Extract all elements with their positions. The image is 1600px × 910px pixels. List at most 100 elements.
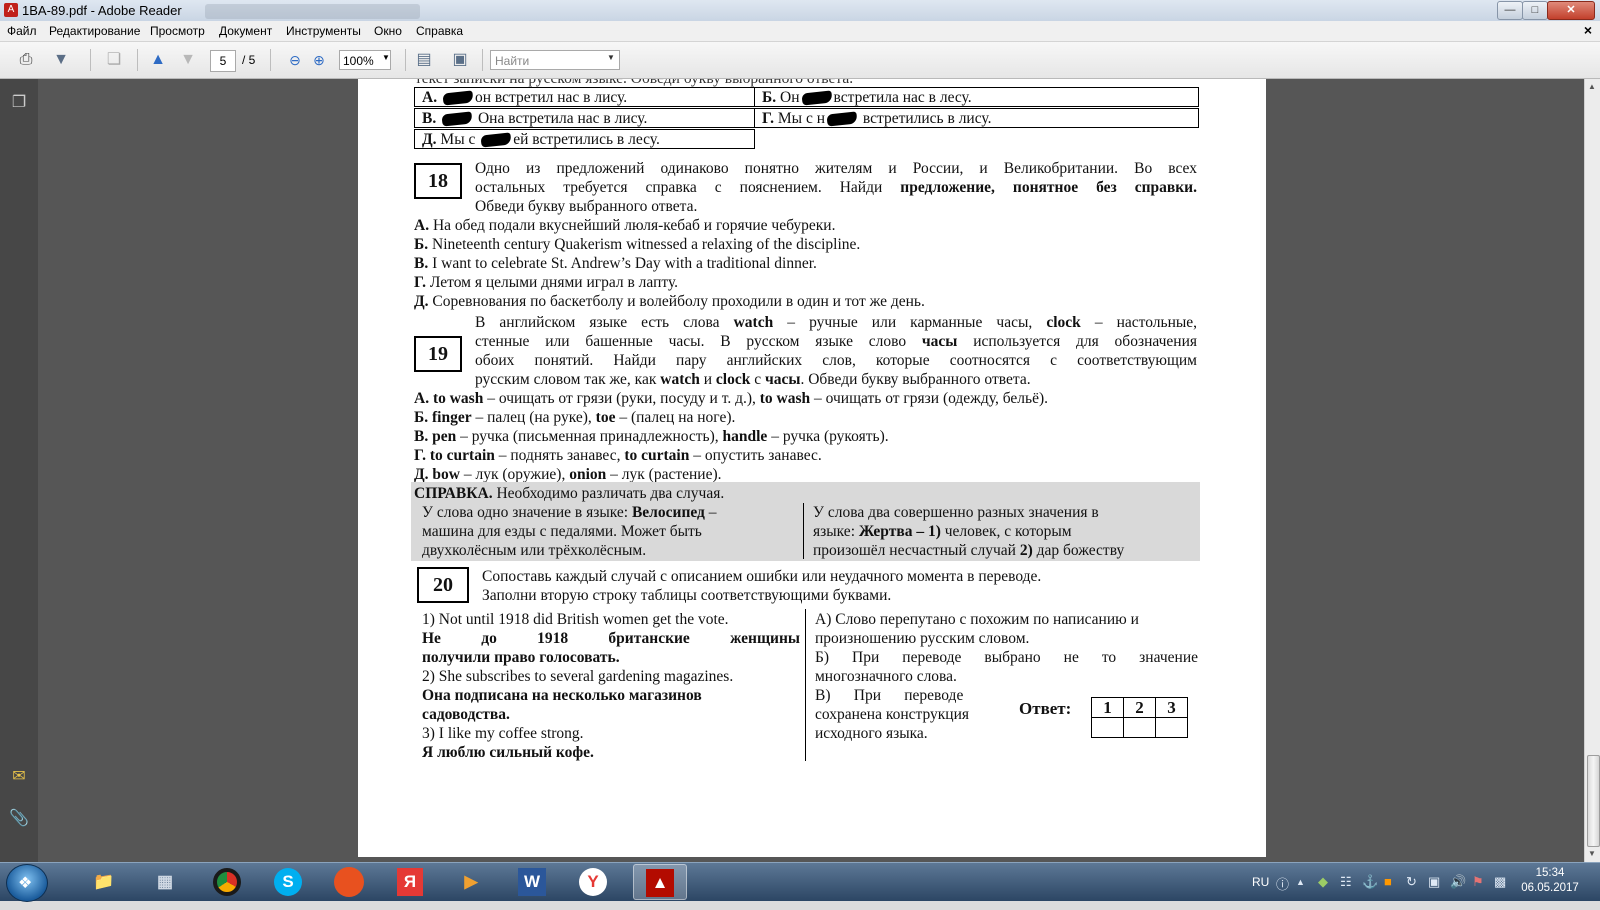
answer-col-2: 2 (1123, 697, 1156, 718)
chrome-icon[interactable] (200, 864, 254, 900)
comments-icon[interactable]: ✉ (9, 767, 29, 787)
answer-cell-1[interactable] (1091, 717, 1124, 738)
q18-option-g: Г. Летом я целыми днями играл в лапту. (414, 273, 678, 292)
q20-intro-1: Сопоставь каждый случай с описанием ошиб… (482, 568, 1042, 585)
maximize-icon: □ (1531, 4, 1539, 16)
q20-sentence-2: 2) She subscribes to several gardening m… (422, 668, 734, 685)
share-icon[interactable]: ❏ (102, 49, 126, 71)
network-icon[interactable]: ☷ (1340, 874, 1352, 890)
tray-shield-icon[interactable]: ⚓ (1362, 874, 1378, 890)
help-text: дар божеству (1036, 542, 1125, 559)
help-bold: Велосипед (631, 504, 705, 521)
page-number-input[interactable]: 5 (210, 50, 236, 72)
q20-reason-b-1: Б) При переводе выбрано не то значение (815, 649, 1198, 666)
minimize-button[interactable]: — (1497, 1, 1523, 20)
folder-icon[interactable]: 📁 (77, 864, 131, 900)
save-copy-icon[interactable]: ▼ (49, 49, 73, 71)
volume-icon[interactable]: 🔊 (1450, 874, 1466, 890)
question-number-19: 19 (414, 336, 462, 372)
option-text: I want to celebrate St. Andrew’s Day wit… (432, 255, 817, 272)
q20-reason-v-1: В) При переводе (815, 687, 964, 704)
option-text: На обед подали вкуснейший люля-кебаб и г… (432, 217, 836, 234)
help-bold: 2) (1019, 542, 1033, 559)
yandex-icon[interactable]: Я (383, 864, 437, 900)
option-label: Б. (762, 89, 777, 106)
close-button[interactable]: ✕ (1547, 1, 1595, 20)
tray-app-icon[interactable]: ◆ (1318, 874, 1328, 890)
translation-text: Она подписана на несколько магазинов (422, 687, 702, 704)
media-player-icon[interactable]: ▶ (444, 864, 498, 900)
scroll-up-icon[interactable]: ▲ (1588, 82, 1596, 91)
q20-reason-a-2: произношению русским словом. (815, 630, 1030, 647)
menu-view[interactable]: Просмотр (150, 24, 205, 38)
menu-file[interactable]: Файл (7, 24, 37, 38)
answer-col-3: 3 (1155, 697, 1188, 718)
q20-reason-b-2: многозначного слова. (815, 668, 957, 685)
q17-option-v: В. Она встретила нас в лису. (414, 108, 755, 128)
answer-cell-3[interactable] (1155, 717, 1188, 738)
adobe-reader-icon[interactable]: ▲ (633, 864, 687, 900)
menu-edit[interactable]: Редактирование (49, 24, 140, 38)
word-icon[interactable]: W (505, 864, 559, 900)
question-number-18: 18 (414, 163, 462, 199)
scrollbar-thumb[interactable] (1587, 755, 1600, 847)
q20-translation-2a: Она подписана на несколько магазинов (422, 686, 702, 705)
help-right-line-2: языке: Жертва – 1) человек, с которым (813, 522, 1072, 541)
option-label: Г. (762, 110, 774, 127)
option-text: – ручка (письменная принадлежность), (460, 428, 719, 445)
tray-update-icon[interactable]: ■ (1384, 874, 1392, 889)
language-indicator[interactable]: RU (1252, 875, 1269, 889)
help-icon[interactable]: ⓘ (1276, 874, 1289, 893)
menu-window[interactable]: Окно (374, 24, 402, 38)
answer-table: 1 2 3 (1091, 697, 1188, 738)
help-left-line-2: машина для езды с педалями. Может быть (422, 523, 702, 540)
vertical-scrollbar[interactable]: ▲ ▼ (1584, 79, 1600, 862)
translation-text: Не до 1918 британские женщины (422, 630, 800, 647)
tray-monitor-icon[interactable]: ▣ (1428, 874, 1440, 890)
skype-icon[interactable]: S (261, 864, 315, 900)
option-word: bow (432, 466, 460, 483)
fit-width-icon[interactable]: ▤ (412, 49, 436, 71)
zoom-in-icon[interactable]: ⊕ (307, 49, 331, 71)
chevron-down-icon[interactable]: ▼ (382, 53, 390, 62)
q18-line-1: Одно из предложений одинаково понятно жи… (475, 160, 1197, 177)
scroll-down-icon[interactable]: ▼ (1588, 849, 1596, 858)
option-label: А. (422, 89, 438, 106)
start-button[interactable]: ❖ (6, 864, 48, 902)
q17-option-b: Б. Он встретила нас в лесу. (754, 87, 1199, 107)
option-label: В. (414, 428, 429, 445)
document-close-icon[interactable]: × (1584, 22, 1592, 38)
calculator-icon[interactable]: ▦ (138, 864, 192, 900)
zoom-out-icon[interactable]: ⊖ (283, 49, 307, 71)
option-text: – очищать от грязи (руки, посуду и т. д.… (487, 390, 756, 407)
answer-cell-2[interactable] (1123, 717, 1156, 738)
option-text: Она встретила нас в лису. (477, 110, 648, 127)
menu-help[interactable]: Справка (416, 24, 463, 38)
next-page-icon[interactable]: ▼ (176, 49, 200, 71)
ink-blot (442, 90, 474, 106)
windows-logo-icon: ❖ (18, 875, 33, 892)
q19-word: clock (1046, 314, 1081, 331)
option-label: Б. (414, 409, 429, 426)
pages-panel-icon[interactable]: ❐ (9, 93, 29, 113)
menu-tools[interactable]: Инструменты (286, 24, 361, 38)
chevron-down-icon[interactable]: ▼ (607, 53, 615, 62)
menu-document[interactable]: Документ (219, 24, 272, 38)
fit-page-icon[interactable]: ▣ (448, 49, 472, 71)
search-input[interactable]: Найти (490, 50, 620, 70)
ink-blot (800, 90, 833, 106)
maximize-button[interactable]: □ (1522, 1, 1548, 20)
orange-app-icon[interactable] (322, 864, 376, 900)
help-left-line-3: двухколёсным или трёхколёсным. (422, 542, 647, 559)
previous-page-icon[interactable]: ▲ (146, 49, 170, 71)
attachments-icon[interactable]: 📎 (9, 809, 29, 829)
option-text: Мы с н (777, 110, 825, 127)
print-icon[interactable]: ⎙ (14, 49, 38, 71)
option-word: to wash (432, 390, 484, 407)
tray-battery-icon[interactable]: ▩ (1494, 874, 1506, 890)
tray-sync-icon[interactable]: ↻ (1406, 874, 1417, 890)
clock[interactable]: 15:34 06.05.2017 (1515, 866, 1585, 896)
tray-chevron-icon[interactable]: ▲ (1296, 877, 1305, 887)
action-center-flag-icon[interactable]: ⚑ (1472, 874, 1484, 890)
yandex-browser-icon[interactable]: Y (566, 864, 620, 900)
